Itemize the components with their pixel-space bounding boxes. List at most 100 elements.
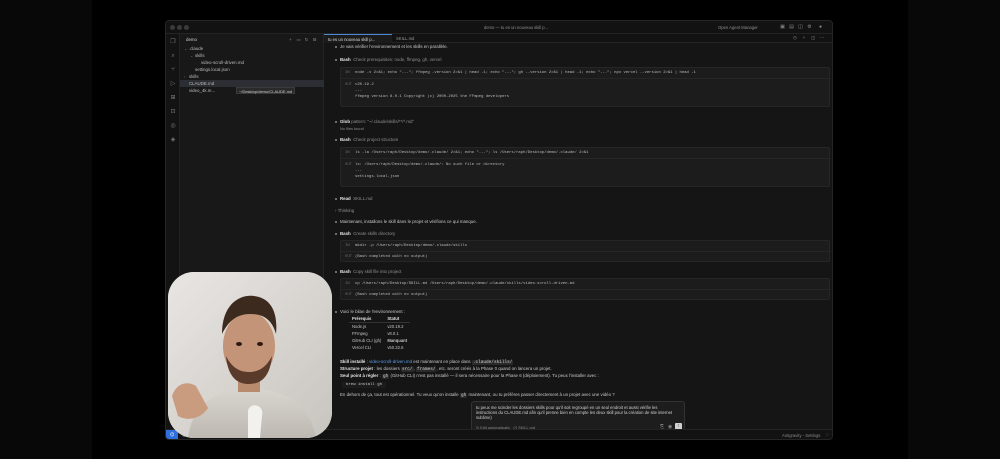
bash-step-3[interactable]: Bash Create skills directory: [340, 231, 395, 236]
tree-item-skills-folder[interactable]: ⌄ skills: [180, 52, 324, 59]
body-text: est maintenant en place dans: [413, 359, 471, 364]
out-tag: OUT: [345, 83, 353, 87]
explorer-files-icon[interactable]: ❐: [169, 38, 177, 46]
command-text: mkdir -p /Users/raph/Desktop/demo/.claud…: [355, 244, 468, 248]
extensions-icon[interactable]: ⊞: [169, 94, 177, 102]
minimize-window-dot[interactable]: [177, 25, 182, 30]
new-file-icon[interactable]: +: [288, 37, 293, 42]
table-cell: v50.32.6: [387, 345, 404, 350]
tree-item-claude-md[interactable]: CLAUDE.md: [180, 80, 324, 87]
thinking-label: Thinking: [337, 208, 355, 213]
divider: [341, 78, 831, 79]
skill-file-link[interactable]: video-scroll-driven.md: [369, 359, 412, 364]
table-row: Node.js v20.19.2: [349, 323, 410, 331]
folder-pill: frames/: [416, 367, 437, 372]
body-text: (GitHub CLI) n'est pas installé — il ser…: [390, 373, 599, 378]
table-cell: Node.js: [352, 324, 367, 329]
bold-label: Skill installé: [340, 359, 366, 364]
tree-item-video-scroll-driven[interactable]: video-scroll-driven.md: [180, 59, 324, 66]
output-line: (Bash completed with no output): [355, 255, 428, 259]
settings-link[interactable]: Antigravity - Settings: [782, 433, 820, 438]
structure-line: Structure projet : les dossiers src/, fr…: [340, 366, 552, 372]
split-editor-icon[interactable]: ◫: [810, 35, 816, 41]
bash-step-4[interactable]: Bash Copy skill file into project: [340, 269, 402, 274]
search-icon[interactable]: ⌕: [169, 52, 177, 60]
collapse-all-icon[interactable]: ⊟: [312, 37, 317, 42]
chevron-right-icon: ›: [335, 208, 337, 213]
more-actions-icon[interactable]: ⋯: [819, 35, 825, 41]
table-cell: GitHub CLI (gh): [352, 338, 382, 343]
account-icon[interactable]: ●: [817, 24, 824, 31]
refresh-icon[interactable]: ↻: [304, 37, 309, 42]
tool-description: pattern: "~/.claude/skills/**/*.md": [351, 119, 415, 124]
tree-item-settings-local[interactable]: settings.local.json: [180, 66, 324, 73]
tab-label: tu es un nouveau skill p...: [328, 37, 376, 42]
tab-chat[interactable]: tu es un nouveau skill p...: [324, 34, 392, 43]
notifications-bell-icon[interactable]: ◌: [826, 432, 829, 438]
tool-bullet: [335, 233, 337, 235]
tree-item-label: video_4k.m...: [189, 88, 216, 93]
split-icon[interactable]: ◫: [797, 24, 804, 31]
composer-input[interactable]: tu peux me scinder les dossiers skills p…: [476, 405, 676, 420]
tool-description: Copy skill file into project: [353, 269, 402, 274]
history-icon[interactable]: ◷: [792, 35, 798, 41]
remote-icon[interactable]: ⊡: [169, 108, 177, 116]
output-line: settings.local.json: [355, 175, 400, 179]
summary-title: Voici le bilan de l'environnement :: [340, 309, 406, 314]
chat-composer[interactable]: tu peux me scinder les dossiers skills p…: [471, 401, 685, 431]
maximize-window-dot[interactable]: [184, 25, 189, 30]
open-agent-manager-link[interactable]: Open Agent Manager: [718, 25, 758, 30]
tool-name: Read: [340, 196, 351, 201]
tool-name: Bash: [340, 269, 351, 274]
left-black-border: [0, 0, 92, 459]
run-debug-icon[interactable]: ▷: [169, 80, 177, 88]
command-text: ls -la /Users/raph/Desktop/demo/.claude/…: [355, 151, 589, 155]
agent-icon[interactable]: ◎: [169, 122, 177, 130]
message-bullet: [335, 221, 337, 223]
bash-step-2[interactable]: Bash Check project structure: [340, 137, 398, 142]
bash-2-output-box: IN ls -la /Users/raph/Desktop/demo/.clau…: [340, 147, 831, 187]
table-row: Vercel CLI v50.32.6: [349, 344, 410, 351]
table-header: Statut: [384, 315, 411, 323]
panel-icon[interactable]: ▤: [788, 24, 795, 31]
bash-1-output-box: IN node -v 2>&1; echo "---"; ffmpeg -ver…: [340, 67, 831, 107]
in-tag: IN: [345, 244, 350, 248]
file-path-tooltip: ~/Desktop/demo/CLAUDE.md: [236, 87, 296, 94]
out-tag: OUT: [345, 255, 353, 259]
new-chat-icon[interactable]: +: [801, 35, 807, 40]
tree-item-label: skills: [195, 53, 205, 58]
tree-item-label: CLAUDE.md: [189, 81, 215, 86]
testing-icon[interactable]: ◈: [169, 136, 177, 144]
tree-item-skills-root-folder[interactable]: › skills: [180, 73, 324, 80]
bash-3-output-box: IN mkdir -p /Users/raph/Desktop/demo/.cl…: [340, 240, 831, 262]
output-line: ---: [355, 169, 363, 173]
new-folder-icon[interactable]: ▭: [296, 37, 301, 42]
table-row: FFmpeg v8.0.1: [349, 330, 410, 337]
output-line: ls: /Users/raph/Desktop/demo/.claude/: N…: [355, 163, 505, 167]
tab-bar: tu es un nouveau skill p... SKILL.md ◷ +…: [324, 34, 832, 43]
command-pill: gh: [381, 374, 390, 379]
tool-bullet: [335, 59, 337, 61]
command-pill: gh: [459, 393, 468, 398]
tab-skill-md[interactable]: SKILL.md: [392, 34, 436, 43]
in-tag: IN: [345, 71, 350, 75]
command-text: cp /Users/raph/Desktop/SKILL.md /Users/r…: [355, 282, 575, 286]
install-message: Maintenant, installons le skill dans le …: [340, 219, 477, 224]
in-tag: IN: [345, 151, 350, 155]
editor-area: tu es un nouveau skill p... SKILL.md ◷ +…: [324, 34, 832, 431]
tree-item-claude-folder[interactable]: ⌄ .claude: [180, 45, 324, 52]
glob-step[interactable]: Glob pattern: "~/.claude/skills/**/*.md": [340, 119, 414, 124]
output-line: (Bash completed with no output): [355, 293, 428, 297]
tree-item-label: settings.local.json: [195, 67, 230, 72]
thinking-toggle[interactable]: › Thinking: [335, 208, 354, 213]
read-step[interactable]: Read SKILL.md: [340, 196, 372, 201]
layout-icon[interactable]: ▣: [779, 24, 786, 31]
brew-command-block[interactable]: brew install gh: [342, 382, 387, 388]
table-cell: FFmpeg: [352, 331, 368, 336]
close-window-dot[interactable]: [170, 25, 175, 30]
bash-step-1[interactable]: Bash Check prerequisites: node, ffmpeg, …: [340, 57, 441, 62]
settings-gear-icon[interactable]: ⚙: [806, 24, 813, 31]
source-control-icon[interactable]: ⑂: [169, 66, 177, 74]
presenter-video-frame: [168, 272, 332, 438]
glob-result: No files found: [340, 126, 364, 131]
